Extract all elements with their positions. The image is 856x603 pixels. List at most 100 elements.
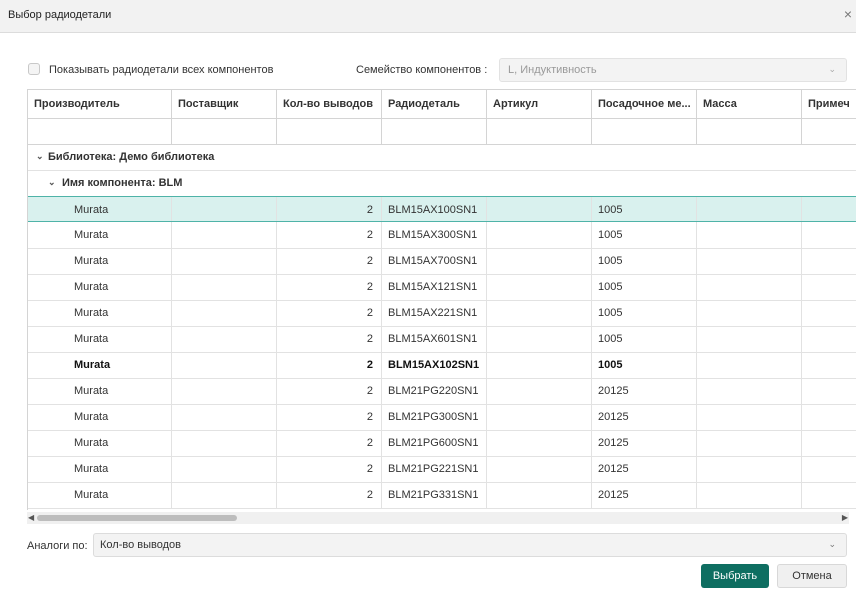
cell-part: BLM15AX100SN1 xyxy=(382,197,487,221)
table-row[interactable]: Murata 2 BLM15AX700SN1 1005 xyxy=(28,248,856,275)
horizontal-scrollbar[interactable]: ◀ ▶ xyxy=(27,512,849,524)
cell-footprint: 1005 xyxy=(592,274,697,300)
cell-manufacturer: Murata xyxy=(28,482,172,508)
cell-manufacturer: Murata xyxy=(28,430,172,456)
cell-article xyxy=(487,378,592,404)
cell-part: BLM15AX601SN1 xyxy=(382,326,487,352)
cell-note xyxy=(802,378,856,404)
cell-mass xyxy=(697,222,802,248)
cell-pins: 2 xyxy=(277,352,382,378)
table-row[interactable]: Murata 2 BLM15AX102SN1 1005 xyxy=(28,352,856,379)
cell-note xyxy=(802,300,856,326)
cell-supplier xyxy=(172,274,277,300)
cell-article xyxy=(487,482,592,508)
table-row[interactable]: Murata 2 BLM21PG600SN1 20125 xyxy=(28,430,856,457)
cell-manufacturer: Murata xyxy=(28,274,172,300)
cell-note xyxy=(802,248,856,274)
table-row[interactable]: Murata 2 BLM15AX601SN1 1005 xyxy=(28,326,856,353)
cell-note xyxy=(802,222,856,248)
table-row[interactable]: Murata 2 BLM21PG220SN1 20125 xyxy=(28,378,856,405)
cell-mass xyxy=(697,326,802,352)
cell-supplier xyxy=(172,326,277,352)
table-row[interactable]: Murata 2 BLM15AX300SN1 1005 xyxy=(28,222,856,249)
close-icon[interactable]: × xyxy=(844,6,852,22)
cell-supplier xyxy=(172,456,277,482)
cell-footprint: 20125 xyxy=(592,482,697,508)
show-all-components-checkbox[interactable] xyxy=(28,63,40,75)
component-family-select[interactable]: L, Индуктивность ⌄ xyxy=(499,58,847,82)
table-row[interactable]: Murata 2 BLM15AX100SN1 1005 xyxy=(28,196,856,222)
cancel-button[interactable]: Отмена xyxy=(777,564,847,588)
cell-manufacturer: Murata xyxy=(28,352,172,378)
header-col-footprint[interactable]: Посадочное ме... xyxy=(592,90,697,118)
scrollbar-thumb[interactable] xyxy=(37,515,237,521)
filter-cell[interactable] xyxy=(277,118,382,144)
cell-pins: 2 xyxy=(277,274,382,300)
arrow-left-icon[interactable]: ◀ xyxy=(28,513,34,522)
cell-part: BLM15AX221SN1 xyxy=(382,300,487,326)
cell-pins: 2 xyxy=(277,430,382,456)
cell-note xyxy=(802,326,856,352)
arrow-right-icon[interactable]: ▶ xyxy=(842,513,848,522)
component-group-label: Имя компонента: BLM xyxy=(62,177,183,189)
filter-cell[interactable] xyxy=(697,118,802,144)
library-group-row[interactable]: ⌄ Библиотека: Демо библиотека xyxy=(28,144,856,171)
title-bar: Выбор радиодетали × xyxy=(0,0,856,33)
filter-cell[interactable] xyxy=(172,118,277,144)
cell-mass xyxy=(697,352,802,378)
component-selection-dialog: Выбор радиодетали × Показывать радиодета… xyxy=(0,0,856,603)
chevron-down-icon[interactable]: ⌄ xyxy=(36,151,44,162)
cell-part: BLM21PG300SN1 xyxy=(382,404,487,430)
header-col-supplier[interactable]: Поставщик xyxy=(172,90,277,118)
cell-pins: 2 xyxy=(277,378,382,404)
filter-cell[interactable] xyxy=(28,118,172,144)
chevron-down-icon: ⌄ xyxy=(828,539,836,549)
cell-mass xyxy=(697,197,802,221)
filter-cell[interactable] xyxy=(802,118,856,144)
cell-article xyxy=(487,274,592,300)
filter-cell[interactable] xyxy=(592,118,697,144)
header-col-pins[interactable]: Кол-во выводов xyxy=(277,90,382,118)
cell-supplier xyxy=(172,222,277,248)
header-col-part[interactable]: Радиодеталь xyxy=(382,90,487,118)
cell-pins: 2 xyxy=(277,248,382,274)
table-row[interactable]: Murata 2 BLM21PG221SN1 20125 xyxy=(28,456,856,483)
table-row[interactable]: Murata 2 BLM21PG331SN1 20125 xyxy=(28,482,856,509)
cell-footprint: 1005 xyxy=(592,222,697,248)
filter-cell[interactable] xyxy=(487,118,592,144)
cell-article xyxy=(487,430,592,456)
cell-article xyxy=(487,352,592,378)
analogs-select[interactable]: Кол-во выводов ⌄ xyxy=(93,533,847,557)
cell-manufacturer: Murata xyxy=(28,248,172,274)
filter-cell[interactable] xyxy=(382,118,487,144)
header-col-manufacturer[interactable]: Производитель xyxy=(28,90,172,118)
table-row[interactable]: Murata 2 BLM21PG300SN1 20125 xyxy=(28,404,856,431)
table-row[interactable]: Murata 2 BLM15AX121SN1 1005 xyxy=(28,274,856,301)
analogs-value: Кол-во выводов xyxy=(100,539,181,551)
cell-supplier xyxy=(172,404,277,430)
cell-pins: 2 xyxy=(277,300,382,326)
cell-note xyxy=(802,274,856,300)
cell-footprint: 20125 xyxy=(592,378,697,404)
cell-pins: 2 xyxy=(277,326,382,352)
cell-footprint: 1005 xyxy=(592,326,697,352)
cell-footprint: 20125 xyxy=(592,404,697,430)
chevron-down-icon: ⌄ xyxy=(828,64,836,74)
cell-footprint: 20125 xyxy=(592,456,697,482)
cell-part: BLM21PG220SN1 xyxy=(382,378,487,404)
header-col-note[interactable]: Примеч xyxy=(802,90,856,118)
cell-article xyxy=(487,326,592,352)
select-button[interactable]: Выбрать xyxy=(701,564,769,588)
header-col-article[interactable]: Артикул xyxy=(487,90,592,118)
table-row[interactable]: Murata 2 BLM15AX221SN1 1005 xyxy=(28,300,856,327)
component-group-row[interactable]: ⌄ Имя компонента: BLM xyxy=(28,170,856,197)
chevron-down-icon[interactable]: ⌄ xyxy=(48,177,56,188)
cell-mass xyxy=(697,378,802,404)
cell-footprint: 1005 xyxy=(592,352,697,378)
cell-mass xyxy=(697,456,802,482)
header-col-mass[interactable]: Масса xyxy=(697,90,802,118)
cell-part: BLM15AX121SN1 xyxy=(382,274,487,300)
cell-footprint: 1005 xyxy=(592,300,697,326)
cell-mass xyxy=(697,248,802,274)
cell-note xyxy=(802,456,856,482)
